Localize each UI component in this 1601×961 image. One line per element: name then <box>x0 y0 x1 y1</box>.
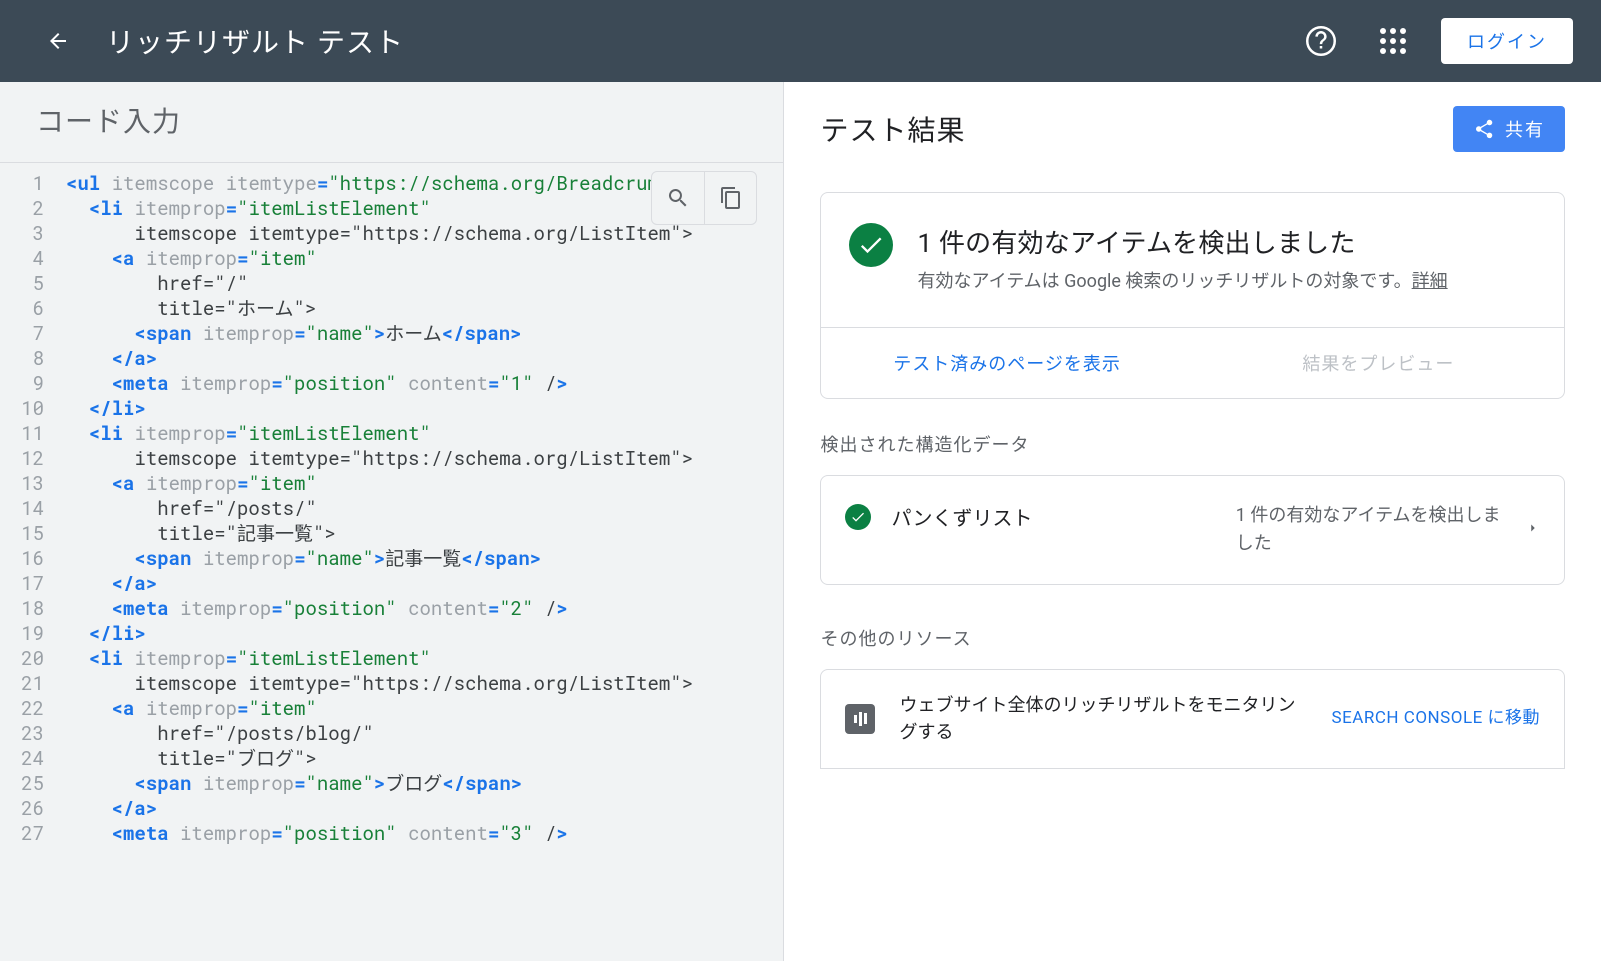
status-title: 1 件の有効なアイテムを検出しました <box>917 223 1447 260</box>
detected-data-label: 検出された構造化データ <box>820 431 1565 457</box>
check-icon <box>849 223 893 267</box>
bar-chart-icon <box>845 704 875 734</box>
search-console-msg: ウェブサイト全体のリッチリザルトをモニタリングする <box>899 692 1307 746</box>
results-panel: テスト結果 共有 1 件の有効なアイテムを検出しました 有効なアイテムは Goo… <box>784 82 1601 961</box>
status-card: 1 件の有効なアイテムを検出しました 有効なアイテムは Google 検索のリッ… <box>820 192 1565 399</box>
search-icon <box>666 186 690 210</box>
apps-button[interactable] <box>1369 17 1417 65</box>
app-title: リッチリザルト テスト <box>106 21 404 61</box>
code-panel: コード入力 1234567891011121314151617181920212… <box>0 82 784 961</box>
share-button-label: 共有 <box>1505 116 1545 142</box>
search-console-card[interactable]: ウェブサイト全体のリッチリザルトをモニタリングする SEARCH CONSOLE… <box>820 669 1565 769</box>
share-icon <box>1473 118 1495 140</box>
chevron-right-icon <box>1526 520 1540 539</box>
share-button[interactable]: 共有 <box>1453 106 1565 152</box>
help-icon <box>1306 26 1336 56</box>
apps-icon <box>1380 28 1406 54</box>
preview-results-button: 結果をプレビュー <box>1193 328 1564 398</box>
results-title: テスト結果 <box>820 109 1453 149</box>
status-description: 有効なアイテムは Google 検索のリッチリザルトの対象です。詳細 <box>917 268 1447 297</box>
help-button[interactable] <box>1297 17 1345 65</box>
code-toolbar <box>651 171 757 225</box>
detected-item-row[interactable]: パンくずリスト 1 件の有効なアイテムを検出しました <box>821 476 1564 584</box>
copy-icon <box>719 186 743 210</box>
view-tested-page-button[interactable]: テスト済みのページを表示 <box>821 328 1192 398</box>
status-details-link[interactable]: 詳細 <box>1412 271 1448 292</box>
search-console-link[interactable]: SEARCH CONSOLE に移動 <box>1332 706 1540 732</box>
arrow-left-icon <box>46 29 70 53</box>
login-button[interactable]: ログイン <box>1441 18 1573 64</box>
code-search-button[interactable] <box>652 172 704 224</box>
detected-item-detail: 1 件の有効なアイテムを検出しました <box>1236 502 1506 558</box>
detected-item-name: パンくずリスト <box>891 502 1215 531</box>
check-icon <box>845 504 871 530</box>
back-button[interactable] <box>34 17 82 65</box>
code-panel-title: コード入力 <box>36 100 747 140</box>
code-copy-button[interactable] <box>704 172 756 224</box>
code-editor[interactable]: 1234567891011121314151617181920212223242… <box>0 163 783 961</box>
other-resources-label: その他のリソース <box>820 625 1565 651</box>
app-header: リッチリザルト テスト ログイン <box>0 0 1601 82</box>
detected-item-card: パンくずリスト 1 件の有効なアイテムを検出しました <box>820 475 1565 585</box>
